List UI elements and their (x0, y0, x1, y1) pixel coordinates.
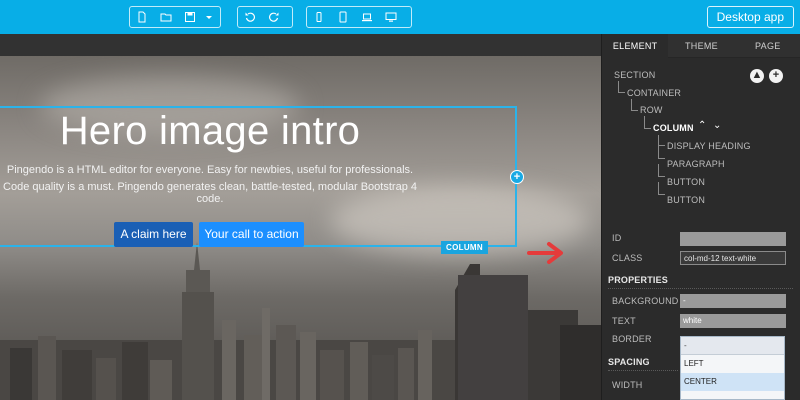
tree-item-section[interactable]: SECTION (614, 70, 655, 80)
undo-icon[interactable] (238, 7, 262, 27)
background-field[interactable]: - (680, 294, 786, 308)
claim-button[interactable]: A claim here (114, 222, 193, 247)
tree-item-button[interactable]: BUTTON (667, 195, 705, 205)
properties-heading: PROPERTIES (608, 275, 793, 289)
column-up-icon[interactable]: ⌃ (698, 120, 707, 131)
hero-paragraph-line-1[interactable]: Pingendo is a HTML editor for everyone. … (0, 164, 430, 176)
desktop-app-button[interactable]: Desktop app (706, 6, 794, 28)
border-dropdown[interactable]: - LEFT CENTER (680, 336, 785, 400)
tab-page[interactable]: PAGE (734, 34, 800, 58)
tree-connector (658, 146, 665, 159)
tablet-icon[interactable] (331, 7, 355, 27)
dropdown-selected-value[interactable]: - (681, 337, 784, 355)
properties-panel: ELEMENT THEME PAGE SECTION ▲ + CONTAINER… (601, 34, 800, 400)
dropdown-option-center[interactable]: CENTER (681, 373, 784, 391)
add-element-handle[interactable]: + (510, 170, 524, 184)
device-button-group (306, 6, 412, 28)
phone-icon[interactable] (307, 7, 331, 27)
tree-connector (658, 182, 665, 195)
tree-item-display-heading[interactable]: DISPLAY HEADING (667, 141, 751, 151)
page-canvas[interactable]: Hero image intro Pingendo is a HTML edit… (0, 56, 601, 400)
column-down-icon[interactable]: ⌄ (713, 120, 722, 131)
move-up-icon[interactable]: ▲ (750, 69, 764, 83)
hero-paragraph-line-2[interactable]: Code quality is a must. Pingendo generat… (0, 181, 430, 205)
tree-item-paragraph[interactable]: PARAGRAPH (667, 159, 725, 169)
canvas-top-strip (0, 34, 601, 56)
tree-item-row[interactable]: ROW (640, 105, 663, 115)
tree-item-column[interactable]: COLUMN (653, 123, 694, 133)
history-button-group (237, 6, 293, 28)
tree-connector (618, 81, 625, 93)
border-label: BORDER (612, 334, 652, 344)
text-label: TEXT (612, 316, 636, 326)
id-label: ID (612, 233, 622, 243)
call-to-action-button[interactable]: Your call to action (199, 222, 304, 247)
arrow-pointer-icon (527, 242, 563, 264)
spacing-heading: SPACING (608, 357, 678, 371)
tree-item-button[interactable]: BUTTON (667, 177, 705, 187)
add-icon[interactable]: + (769, 69, 783, 83)
tab-element[interactable]: ELEMENT (602, 34, 669, 58)
tree-connector (658, 135, 665, 146)
laptop-icon[interactable] (355, 7, 379, 27)
column-tag-label[interactable]: COLUMN (441, 241, 488, 254)
class-label: CLASS (612, 253, 643, 263)
save-icon[interactable] (178, 7, 202, 27)
tree-connector (631, 99, 638, 111)
text-color-field[interactable]: white (680, 314, 786, 328)
width-label: WIDTH (612, 380, 643, 390)
class-field[interactable]: col-md-12 text-white (680, 251, 786, 265)
tree-item-container[interactable]: CONTAINER (627, 88, 681, 98)
desktop-icon[interactable] (379, 7, 403, 27)
top-toolbar: Desktop app (0, 0, 800, 34)
open-folder-icon[interactable] (154, 7, 178, 27)
dropdown-option-left[interactable]: LEFT (681, 355, 784, 373)
file-button-group (129, 6, 221, 28)
panel-tabs: ELEMENT THEME PAGE (602, 34, 800, 58)
background-label: BACKGROUND (612, 296, 679, 306)
tab-theme[interactable]: THEME (668, 34, 735, 58)
new-file-icon[interactable] (130, 7, 154, 27)
tree-connector (644, 116, 651, 129)
hero-heading[interactable]: Hero image intro (0, 109, 420, 154)
id-field[interactable] (680, 232, 786, 246)
tree-connector (658, 164, 665, 177)
dropdown-caret-icon[interactable] (202, 7, 216, 27)
redo-icon[interactable] (262, 7, 286, 27)
